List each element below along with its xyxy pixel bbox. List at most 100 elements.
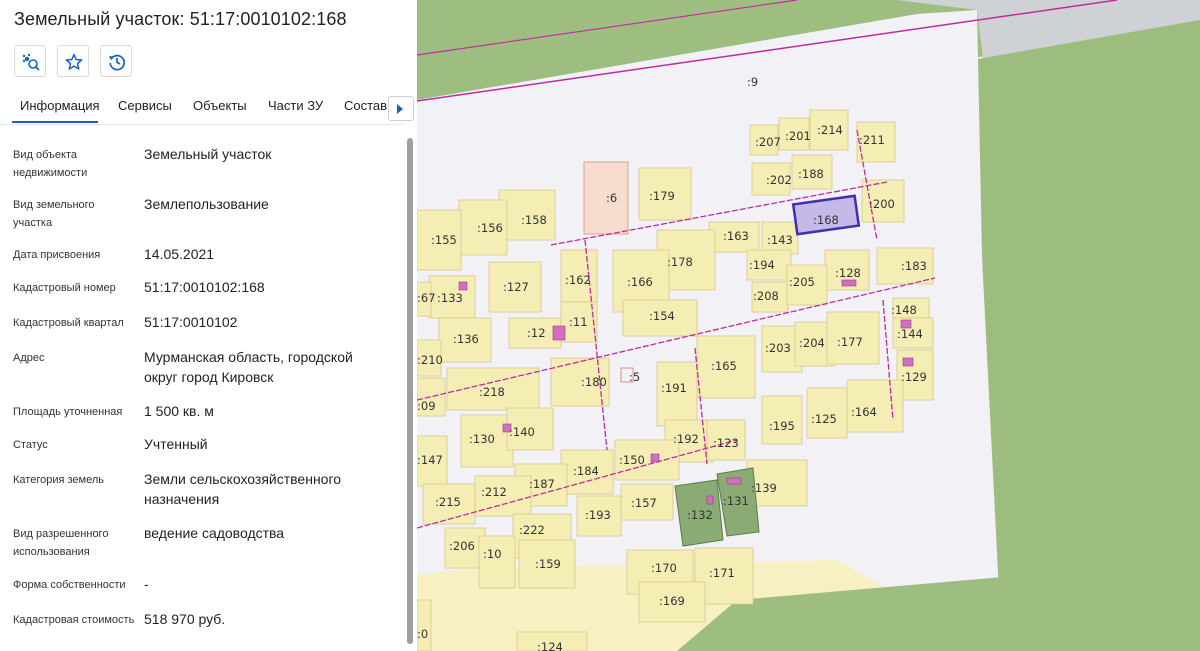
tab-parts[interactable]: Части ЗУ bbox=[268, 98, 323, 113]
map-label: :183 bbox=[901, 259, 927, 273]
map-label: :124 bbox=[537, 640, 563, 651]
value-cadastral-quarter: 51:17:0010102 bbox=[144, 314, 238, 330]
map-label: :130 bbox=[469, 432, 495, 446]
value-assign-date: 14.05.2021 bbox=[144, 246, 215, 262]
map-label: :192 bbox=[673, 432, 699, 446]
map-canvas[interactable]: :9 :207 :201 :214 :211 :202 :188 :6 :179… bbox=[417, 0, 1200, 651]
tabs-scroll-right-button[interactable] bbox=[388, 96, 414, 121]
map-label: :123 bbox=[713, 436, 739, 450]
map-label: :0 bbox=[417, 627, 428, 641]
map-label: :178 bbox=[667, 255, 693, 269]
map-label: :9 bbox=[747, 75, 758, 89]
building-128 bbox=[841, 279, 857, 287]
value-area: 1 500 кв. м bbox=[144, 403, 214, 419]
map-label: :133 bbox=[437, 291, 463, 305]
value-ownership: - bbox=[144, 576, 149, 592]
map-label: :187 bbox=[529, 477, 555, 491]
cadastral-map[interactable]: :9 :207 :201 :214 :211 :202 :188 :6 :179… bbox=[417, 0, 1200, 651]
value-cadastral-number: 51:17:0010102:168 bbox=[144, 279, 265, 295]
map-label: :180 bbox=[581, 375, 607, 389]
map-label: :215 bbox=[435, 495, 461, 509]
map-label: :148 bbox=[891, 303, 917, 317]
panel-scrollbar[interactable] bbox=[407, 138, 413, 644]
map-label: :205 bbox=[789, 275, 815, 289]
map-label: :200 bbox=[869, 197, 895, 211]
page-title: Земельный участок: 51:17:0010102:168 bbox=[14, 9, 347, 29]
map-label: :214 bbox=[817, 123, 843, 137]
history-button[interactable] bbox=[100, 45, 132, 77]
map-label: :164 bbox=[851, 405, 877, 419]
label-address: Адрес bbox=[13, 352, 45, 364]
map-label: :165 bbox=[711, 359, 737, 373]
active-tab-indicator bbox=[12, 121, 98, 123]
label-cadastral-number: Кадастровый номер bbox=[13, 282, 116, 294]
label-area: Площадь уточненная bbox=[13, 406, 123, 418]
map-label: :202 bbox=[766, 173, 792, 187]
map-label: :166 bbox=[627, 275, 653, 289]
map-label: :5 bbox=[629, 370, 640, 384]
map-label: :125 bbox=[811, 412, 837, 426]
map-label: :147 bbox=[417, 453, 443, 467]
chevron-right-icon bbox=[397, 104, 403, 114]
value-cadastral-value: 518 970 руб. bbox=[144, 611, 226, 627]
map-label: :6 bbox=[606, 191, 617, 205]
map-label: :155 bbox=[431, 233, 457, 247]
map-label: :156 bbox=[477, 221, 503, 235]
map-label: :184 bbox=[573, 464, 599, 478]
tab-bar: Информация Сервисы Объекты Части ЗУ Сост… bbox=[0, 92, 417, 124]
value-parcel-type: Землепользование bbox=[144, 196, 269, 212]
building-11 bbox=[552, 325, 566, 341]
map-label: :158 bbox=[521, 213, 547, 227]
map-label: :162 bbox=[565, 273, 591, 287]
map-label: :168 bbox=[813, 213, 839, 227]
map-label: :170 bbox=[651, 561, 677, 575]
tab-objects[interactable]: Объекты bbox=[193, 98, 247, 113]
map-label: :139 bbox=[751, 481, 777, 495]
map-label: :11 bbox=[569, 315, 588, 329]
tab-services[interactable]: Сервисы bbox=[118, 98, 172, 113]
map-label: :144 bbox=[897, 327, 923, 341]
map-label: :171 bbox=[709, 566, 735, 580]
map-label: :157 bbox=[631, 496, 657, 510]
building-131 bbox=[726, 477, 742, 485]
map-label: :179 bbox=[649, 189, 675, 203]
map-label: :131 bbox=[723, 494, 749, 508]
map-label: :195 bbox=[769, 419, 795, 433]
label-land-category: Категория земель bbox=[13, 474, 104, 486]
map-label: :193 bbox=[585, 508, 611, 522]
map-label: :163 bbox=[723, 229, 749, 243]
map-label: :10 bbox=[483, 547, 502, 561]
tab-information[interactable]: Информация bbox=[20, 98, 100, 113]
area-search-button[interactable] bbox=[14, 45, 46, 77]
label-cadastral-value: Кадастровая стоимость bbox=[13, 614, 135, 626]
map-label: :210 bbox=[417, 353, 443, 367]
map-label: :140 bbox=[509, 425, 535, 439]
map-label: :207 bbox=[755, 135, 781, 149]
map-label: :127 bbox=[503, 280, 529, 294]
value-status: Учтенный bbox=[144, 436, 208, 452]
label-permitted-use: Вид разрешенного использования bbox=[13, 528, 109, 558]
map-label: :218 bbox=[479, 385, 505, 399]
building-150 bbox=[650, 453, 660, 463]
map-label: :188 bbox=[798, 167, 824, 181]
map-label: :194 bbox=[749, 258, 775, 272]
parcel-0 bbox=[417, 599, 432, 651]
map-label: :212 bbox=[481, 485, 507, 499]
label-parcel-type: Вид земельного участка bbox=[13, 199, 95, 229]
map-label: :150 bbox=[619, 453, 645, 467]
label-assign-date: Дата присвоения bbox=[13, 249, 101, 261]
map-label: :206 bbox=[449, 539, 475, 553]
map-label: :201 bbox=[785, 129, 811, 143]
building-133 bbox=[458, 281, 468, 291]
map-label: :154 bbox=[649, 309, 675, 323]
map-label: :204 bbox=[799, 336, 825, 350]
map-label: :129 bbox=[901, 370, 927, 384]
label-status: Статус bbox=[13, 439, 48, 451]
tab-composition[interactable]: Состав bbox=[344, 98, 387, 113]
map-label: :132 bbox=[687, 508, 713, 522]
value-land-category: Земли сельскохозяйственного назначения bbox=[144, 471, 342, 507]
green-area-east bbox=[972, 20, 1200, 651]
map-label: :143 bbox=[767, 233, 793, 247]
favorite-button[interactable] bbox=[57, 45, 89, 77]
map-label: :128 bbox=[835, 266, 861, 280]
